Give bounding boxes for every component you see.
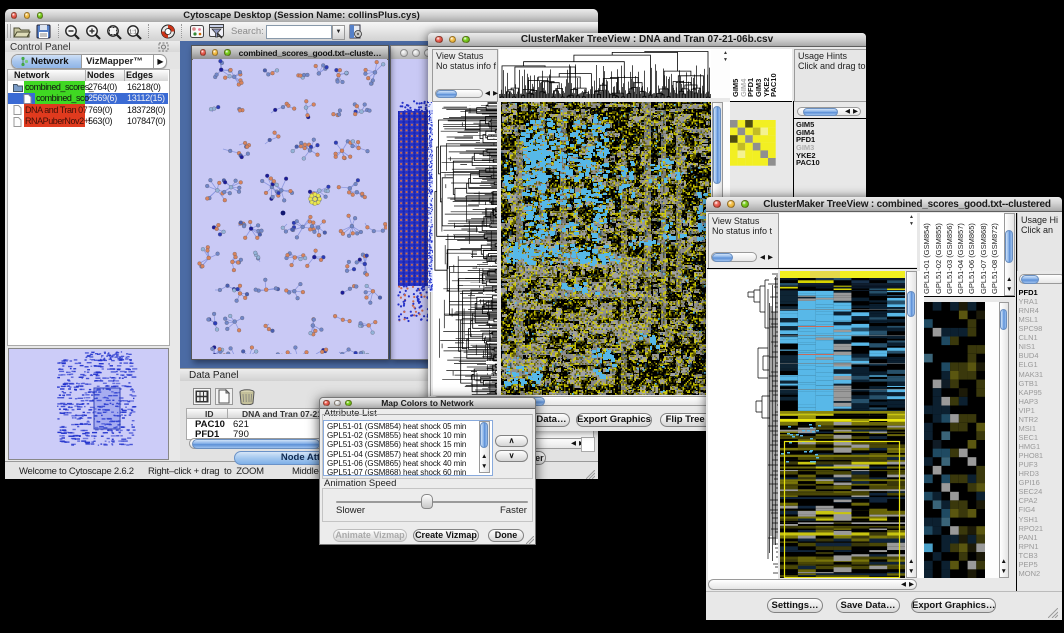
- svg-text:1:1: 1:1: [129, 30, 137, 36]
